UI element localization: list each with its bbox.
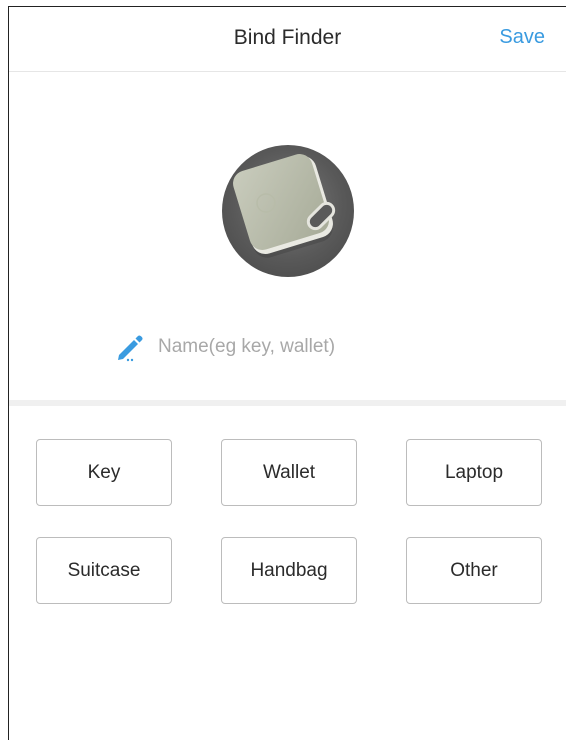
- category-laptop-button[interactable]: Laptop: [406, 439, 542, 506]
- category-other-button[interactable]: Other: [406, 537, 542, 604]
- bind-finder-screen: Bind Finder Save Name(eg key, wallet) Ke…: [8, 6, 566, 740]
- category-key-button[interactable]: Key: [36, 439, 172, 506]
- name-row: [114, 329, 418, 365]
- tracker-tag-image: [233, 154, 336, 258]
- device-avatar[interactable]: [222, 145, 354, 277]
- header-bar: Bind Finder Save: [9, 7, 566, 72]
- name-input[interactable]: [158, 336, 418, 358]
- category-wallet-button[interactable]: Wallet: [221, 439, 357, 506]
- pencil-icon: [118, 335, 143, 362]
- section-divider: [9, 400, 566, 406]
- category-suitcase-button[interactable]: Suitcase: [36, 537, 172, 604]
- category-handbag-button[interactable]: Handbag: [221, 537, 357, 604]
- category-grid: Key Wallet Laptop Suitcase Handbag Other: [36, 439, 542, 604]
- page-title: Bind Finder: [233, 26, 342, 49]
- save-button[interactable]: Save: [499, 26, 545, 49]
